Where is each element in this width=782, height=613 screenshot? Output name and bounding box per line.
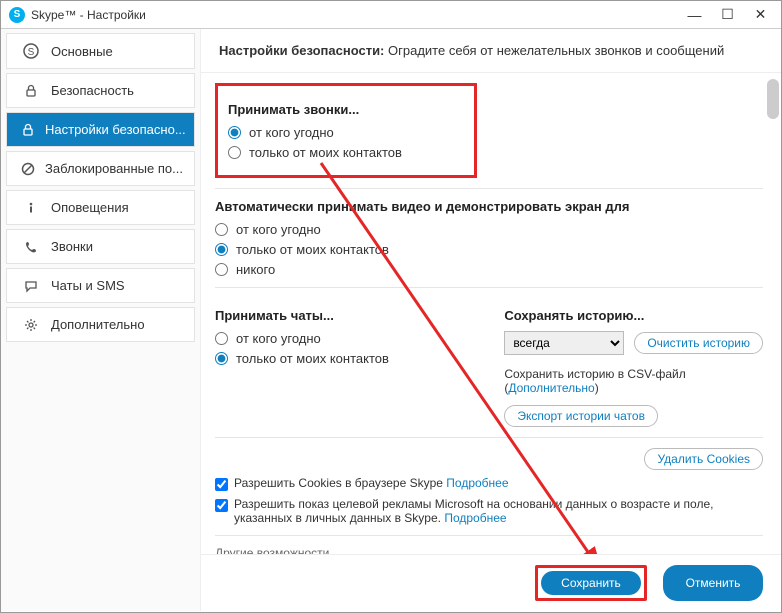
sidebar-label: Звонки	[51, 239, 93, 254]
csv-more-link[interactable]: Дополнительно	[508, 381, 594, 395]
scrollbar[interactable]	[767, 79, 779, 119]
lock-icon	[21, 84, 41, 98]
accept-calls-title: Принимать звонки...	[228, 102, 464, 117]
lock-icon	[21, 123, 35, 137]
sidebar-item-calls[interactable]: Звонки	[6, 229, 195, 264]
cancel-button[interactable]: Отменить	[663, 565, 763, 601]
phone-icon	[21, 240, 41, 254]
video-none-radio[interactable]: никого	[215, 262, 763, 277]
accept-calls-group: Принимать звонки... от кого угодно тольк…	[215, 83, 477, 178]
sidebar-label: Безопасность	[51, 83, 134, 98]
skype-icon: S	[21, 43, 41, 59]
chats-contacts-radio[interactable]: только от моих контактов	[215, 351, 468, 366]
settings-panel: Принимать звонки... от кого угодно тольк…	[201, 73, 781, 554]
dialog-footer: Сохранить Отменить	[201, 554, 781, 611]
accept-chats-title: Принимать чаты...	[215, 308, 468, 323]
close-button[interactable]: ✕	[744, 5, 777, 25]
history-select[interactable]: всегда	[504, 331, 624, 355]
gear-icon	[21, 318, 41, 332]
sidebar-label: Оповещения	[51, 200, 129, 215]
sidebar-item-security-settings[interactable]: Настройки безопасно...	[6, 112, 195, 147]
save-button[interactable]: Сохранить	[541, 571, 641, 595]
chats-anyone-radio[interactable]: от кого угодно	[215, 331, 468, 346]
video-contacts-radio[interactable]: только от моих контактов	[215, 242, 763, 257]
sidebar: S Основные Безопасность Настройки безопа…	[1, 29, 201, 611]
video-anyone-radio[interactable]: от кого угодно	[215, 222, 763, 237]
auto-video-title: Автоматически принимать видео и демонстр…	[215, 199, 763, 214]
save-highlight: Сохранить	[535, 565, 647, 601]
info-icon	[21, 201, 41, 215]
maximize-button[interactable]: ☐	[711, 5, 744, 25]
history-title: Сохранять историю...	[504, 308, 763, 323]
sidebar-item-general[interactable]: S Основные	[6, 33, 195, 69]
cookies-more-link[interactable]: Подробнее	[446, 476, 508, 490]
sidebar-label: Чаты и SMS	[51, 278, 125, 293]
skype-logo-icon: S	[9, 7, 25, 23]
chat-icon	[21, 279, 41, 293]
sidebar-item-blocked[interactable]: Заблокированные по...	[6, 151, 195, 186]
csv-export-text: Сохранить историю в CSV-файл (Дополнител…	[504, 367, 763, 395]
titlebar: S Skype™ - Настройки — ☐ ✕	[1, 1, 781, 29]
clear-history-button[interactable]: Очистить историю	[634, 332, 763, 354]
page-header: Настройки безопасности: Оградите себя от…	[201, 29, 781, 73]
header-subtitle: Оградите себя от нежелательных звонков и…	[384, 43, 724, 58]
blocked-icon	[21, 162, 35, 176]
allow-cookies-checkbox[interactable]: Разрешить Cookies в браузере Skype Подро…	[215, 476, 763, 491]
other-options-title: Другие возможности	[215, 546, 763, 554]
sidebar-label: Настройки безопасно...	[45, 122, 186, 137]
allow-ads-checkbox[interactable]: Разрешить показ целевой рекламы Microsof…	[215, 497, 763, 525]
calls-anyone-radio[interactable]: от кого угодно	[228, 125, 464, 140]
sidebar-item-chats-sms[interactable]: Чаты и SMS	[6, 268, 195, 303]
minimize-button[interactable]: —	[678, 5, 711, 25]
delete-cookies-button[interactable]: Удалить Cookies	[644, 448, 763, 470]
sidebar-label: Заблокированные по...	[45, 161, 183, 176]
window-title: Skype™ - Настройки	[31, 8, 146, 22]
sidebar-label: Основные	[51, 44, 113, 59]
svg-text:S: S	[28, 47, 35, 58]
ads-more-link[interactable]: Подробнее	[444, 511, 506, 525]
sidebar-item-security[interactable]: Безопасность	[6, 73, 195, 108]
export-history-button[interactable]: Экспорт истории чатов	[504, 405, 658, 427]
calls-contacts-radio[interactable]: только от моих контактов	[228, 145, 464, 160]
header-title: Настройки безопасности:	[219, 43, 384, 58]
sidebar-item-notifications[interactable]: Оповещения	[6, 190, 195, 225]
sidebar-label: Дополнительно	[51, 317, 145, 332]
sidebar-item-advanced[interactable]: Дополнительно	[6, 307, 195, 342]
